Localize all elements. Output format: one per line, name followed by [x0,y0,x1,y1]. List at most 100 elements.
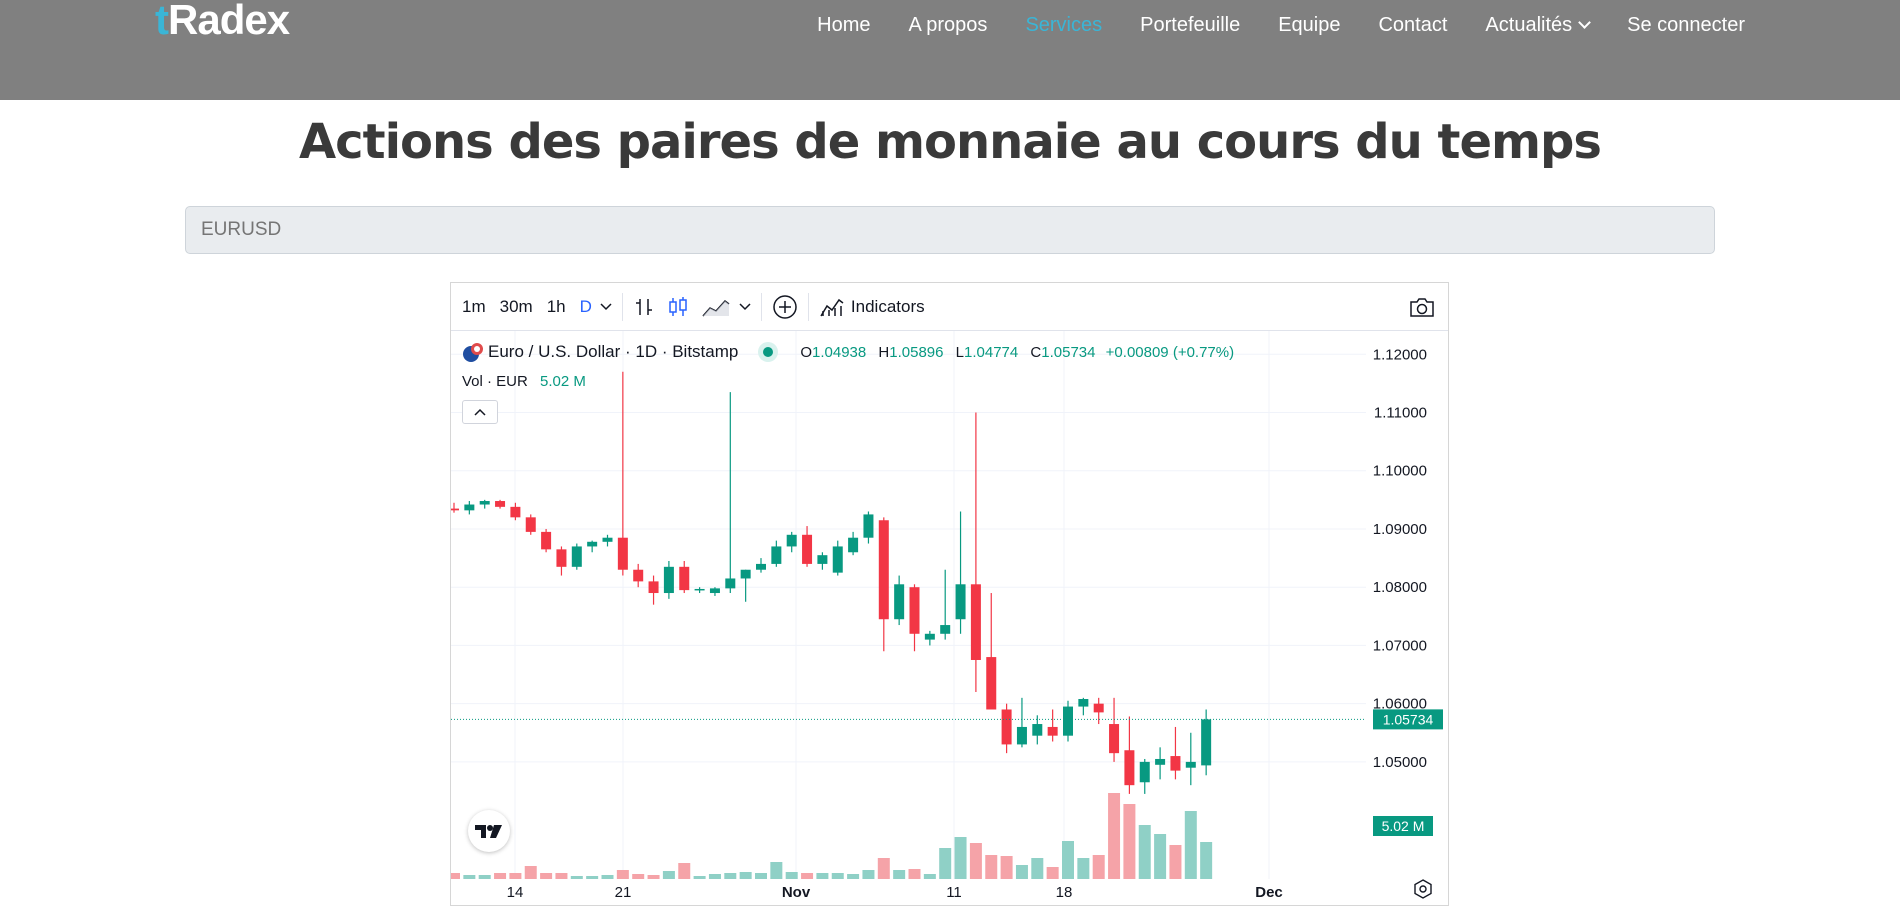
volume-bar [1077,858,1090,879]
volume-bar [463,875,476,879]
volume-bar [939,848,952,879]
volume-bar [755,873,767,879]
candle-body [451,508,459,511]
nav-link-a-propos[interactable]: A propos [908,14,987,37]
volume-bar [908,869,921,879]
volume-bar [724,873,737,879]
volume-bar [586,876,599,879]
volume-bar [540,873,553,879]
candle-body [1001,709,1012,745]
low-key: L [955,343,965,361]
nav-link-services[interactable]: Services [1025,14,1102,37]
ohlc-values: O1.04938 H1.05896 L1.04774 C1.05734 +0.0… [800,344,1234,361]
interval-1m[interactable]: 1m [462,297,486,317]
close-key: C [1030,343,1042,361]
x-tick-label: 21 [615,884,632,901]
volume-bar [478,875,491,879]
candle-body [878,520,889,620]
toolbar-divider [807,292,809,321]
volume-bar [1154,834,1167,879]
candle-body [1170,756,1181,771]
nav-link-actualit-s[interactable]: Actualités [1485,14,1592,37]
volume-bar [1138,825,1151,879]
volume-bar [1200,842,1213,879]
tradingview-logo[interactable] [468,810,510,852]
nav-link-se-connecter[interactable]: Se connecter [1627,14,1745,37]
candle-body [602,537,613,542]
indicators-button[interactable]: Indicators [819,296,925,318]
candles-icon[interactable] [667,296,689,318]
nav-link-contact[interactable]: Contact [1378,14,1447,37]
candle-body [786,534,797,547]
candle-body [1124,750,1135,786]
nav-link-equipe[interactable]: Equipe [1278,14,1340,37]
currency-flag-icon [463,343,483,362]
y-tick-label: 1.08000 [1373,579,1427,596]
candle-body [771,546,782,564]
nav-link-home[interactable]: Home [817,14,870,37]
candle-body [648,581,659,594]
volume-bar [847,874,860,879]
candle-body [1155,758,1166,765]
y-tick-label: 1.07000 [1373,637,1427,654]
candle-body [894,584,905,620]
volume-bar [923,874,936,879]
change-value: +0.00809 (+0.77%) [1105,343,1235,361]
logo[interactable]: tRadex [155,0,290,44]
volume-bar [770,862,783,879]
interval-dropdown-icon[interactable] [600,302,612,311]
candle-body [955,584,966,620]
chart-settings-icon[interactable] [1412,878,1434,905]
nav-link-label: Se connecter [1627,14,1745,36]
open-value: 1.04938 [812,343,867,361]
candle-body [510,506,521,518]
interval-D[interactable]: D [580,297,592,317]
y-tick-label: 1.11000 [1374,405,1427,422]
y-tick-label: 1.05000 [1373,754,1427,771]
candle-body [617,537,628,570]
compare-add-icon[interactable] [772,294,798,320]
chevron-up-icon [474,408,486,416]
area-chart-icon[interactable] [701,296,731,318]
last-volume-label: 5.02 M [1382,818,1425,834]
volume-value: 5.02 M [540,373,586,390]
nav-link-label: Actualités [1485,14,1573,36]
camera-icon[interactable] [1408,296,1436,318]
low-value: 1.04774 [964,343,1019,361]
candle-body [1109,724,1120,754]
volume-bar [893,870,906,879]
page-title: Actions des paires de monnaie au cours d… [299,114,1602,170]
logo-prefix: t [155,0,169,43]
candle-body [924,633,935,640]
chart-type-dropdown-icon[interactable] [739,302,751,311]
candle-body [556,549,567,567]
volume-bar [801,873,814,879]
chevron-down-icon [1578,16,1592,29]
symbol-title: Euro / U.S. Dollar · 1D · Bitstamp [488,342,739,361]
open-key: O [800,343,813,361]
nav-link-label: Home [817,14,871,36]
volume-bar [1031,858,1044,879]
candle-body [1047,726,1058,736]
candle-body [725,578,736,589]
x-tick-label: 18 [1056,884,1073,901]
candle-body [479,501,490,505]
interval-30m[interactable]: 30m [500,297,533,317]
candle-body [495,501,506,507]
candle-body [1078,699,1089,707]
volume-bar [1046,867,1059,879]
nav-link-portefeuille[interactable]: Portefeuille [1140,14,1240,37]
volume-bar [877,858,890,879]
toolbar-divider [760,292,762,321]
candle-body [633,569,644,582]
candle-body [909,587,920,634]
candle-body [694,588,705,591]
candle-body [663,566,674,594]
market-status-icon[interactable] [758,342,779,362]
collapse-legend-button[interactable] [462,400,498,424]
bars-icon[interactable] [633,296,655,318]
symbol-legend: Euro / U.S. Dollar · 1D · Bitstamp O1.04… [462,341,1234,363]
interval-1h[interactable]: 1h [547,297,566,317]
price-chart[interactable]: 1.12000 1.11000 1.10000 1.09000 1.08000 1.070… [451,331,1448,906]
symbol-input[interactable] [185,206,1715,254]
